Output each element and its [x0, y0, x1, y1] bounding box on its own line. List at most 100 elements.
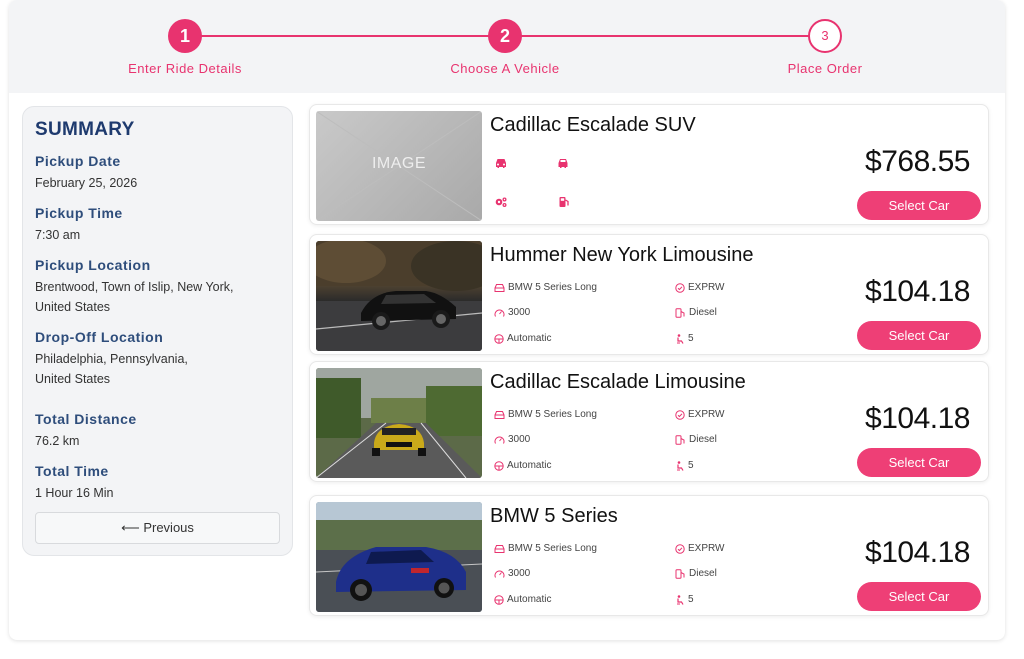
total-time-label: Total Time: [35, 463, 109, 479]
vehicle-card: BMW 5 Series BMW 5 Series Long EXPRW 300…: [309, 495, 989, 616]
spec-transmission-value: Automatic: [507, 460, 552, 471]
vehicle-name: Hummer New York Limousine: [490, 244, 754, 266]
car-icon: [494, 410, 505, 419]
check-circle-icon: [675, 543, 685, 554]
spec-seats-value: 5: [688, 460, 694, 471]
summary-panel: SUMMARY Pickup Date February 25, 2026 Pi…: [22, 106, 293, 556]
vehicle-price: $104.18: [865, 402, 970, 435]
spec-transmission: Automatic: [494, 333, 551, 344]
fuel-pump-icon: [675, 568, 685, 579]
spec-seats: 5: [675, 333, 694, 344]
pickup-time-value: 7:30 am: [35, 228, 81, 242]
vehicle-price: $104.18: [865, 275, 970, 308]
dropoff-location-line: United States: [35, 372, 111, 386]
fuel-pump-icon: [558, 196, 570, 208]
spec-seats: 5: [675, 460, 694, 471]
steering-wheel-icon: [494, 333, 504, 344]
vehicle-card: Cadillac Escalade Limousine BMW 5 Series…: [309, 361, 989, 482]
vehicle-name: BMW 5 Series: [490, 505, 618, 527]
spec-fuel-value: Diesel: [689, 568, 717, 579]
step-1-number: 1: [168, 19, 202, 53]
black-hatchback-photo: [316, 241, 482, 351]
select-car-button[interactable]: Select Car: [857, 191, 981, 220]
pickup-date-value: February 25, 2026: [35, 176, 138, 190]
step-2-label: Choose A Vehicle: [450, 61, 560, 76]
vehicle-photo: [316, 502, 482, 612]
spec-mileage-value: 3000: [508, 568, 531, 579]
spec-model-value: BMW 5 Series Long: [508, 282, 597, 293]
fuel-pump-icon: [675, 307, 685, 318]
image-placeholder-text: IMAGE: [371, 155, 427, 172]
gauge-icon: [494, 436, 505, 444]
spec-transmission: Automatic: [494, 594, 551, 605]
vehicle-photo: [316, 241, 482, 351]
dropoff-location-line: Philadelphia, Pennsylvania,: [35, 352, 188, 366]
step-2[interactable]: 2 Choose A Vehicle: [415, 19, 595, 76]
gauge-icon: [494, 309, 505, 317]
vehicle-name: Cadillac Escalade Limousine: [490, 371, 746, 393]
step-1-label: Enter Ride Details: [128, 61, 242, 76]
pickup-location-line: Brentwood, Town of Islip, New York,: [35, 280, 234, 294]
spec-fuel: Diesel: [675, 434, 717, 445]
gears-icon: [494, 196, 508, 208]
car-icon: [494, 544, 505, 553]
gauge-icon: [494, 570, 505, 578]
total-distance-label: Total Distance: [35, 411, 137, 427]
previous-button[interactable]: ⟵ Previous: [35, 512, 280, 544]
spec-seats-value: 5: [688, 594, 694, 605]
dropoff-location-label: Drop-Off Location: [35, 329, 164, 345]
spec-model: BMW 5 Series Long: [494, 543, 597, 554]
seat-icon: [677, 460, 684, 471]
seat-icon: [677, 594, 684, 605]
vehicle-card: IMAGE Cadillac Escalade SUV $768.55 Sele…: [309, 104, 989, 225]
spec-seats-value: 5: [688, 333, 694, 344]
fuel-pump-icon: [675, 434, 685, 445]
step-3[interactable]: 3 Place Order: [735, 19, 915, 76]
vehicle-card: Hummer New York Limousine BMW 5 Series L…: [309, 234, 989, 355]
car-front-icon: [494, 157, 508, 169]
pickup-location-label: Pickup Location: [35, 257, 151, 273]
spec-plan-value: EXPRW: [688, 543, 725, 554]
blue-sedan-photo: [316, 502, 482, 612]
steering-wheel-icon: [494, 460, 504, 471]
step-1[interactable]: 1 Enter Ride Details: [95, 19, 275, 76]
progress-stepper: 1 Enter Ride Details 2 Choose A Vehicle …: [9, 0, 1005, 93]
step-3-number: 3: [808, 19, 842, 53]
spec-plan: EXPRW: [675, 282, 725, 293]
select-car-button[interactable]: Select Car: [857, 321, 981, 350]
car-icon: [557, 157, 569, 169]
spec-mileage-value: 3000: [508, 307, 531, 318]
car-icon: [494, 283, 505, 292]
spec-transmission: Automatic: [494, 460, 551, 471]
booking-wizard: 1 Enter Ride Details 2 Choose A Vehicle …: [9, 0, 1005, 640]
seat-icon: [677, 333, 684, 344]
spec-plan-value: EXPRW: [688, 282, 725, 293]
summary-title: SUMMARY: [35, 119, 135, 140]
dropoff-location-value: Philadelphia, Pennsylvania, United State…: [35, 349, 280, 389]
spec-transmission-value: Automatic: [507, 594, 552, 605]
vehicle-price: $768.55: [865, 145, 970, 178]
spec-model: BMW 5 Series Long: [494, 409, 597, 420]
spec-fuel-value: Diesel: [689, 307, 717, 318]
check-circle-icon: [675, 282, 685, 293]
yellow-sports-car-photo: [316, 368, 482, 478]
pickup-location-value: Brentwood, Town of Islip, New York, Unit…: [35, 277, 280, 317]
spec-plan: EXPRW: [675, 409, 725, 420]
pickup-time-label: Pickup Time: [35, 205, 123, 221]
total-time-value: 1 Hour 16 Min: [35, 486, 114, 500]
spec-model-value: BMW 5 Series Long: [508, 543, 597, 554]
spec-fuel: Diesel: [675, 568, 717, 579]
steering-wheel-icon: [494, 594, 504, 605]
pickup-location-line: United States: [35, 300, 111, 314]
select-car-button[interactable]: Select Car: [857, 448, 981, 477]
select-car-button[interactable]: Select Car: [857, 582, 981, 611]
pickup-date-label: Pickup Date: [35, 153, 121, 169]
step-3-label: Place Order: [787, 61, 863, 76]
spec-transmission-value: Automatic: [507, 333, 552, 344]
spec-mileage: 3000: [494, 307, 530, 318]
total-distance-value: 76.2 km: [35, 434, 80, 448]
spec-plan: EXPRW: [675, 543, 725, 554]
spec-mileage: 3000: [494, 568, 530, 579]
vehicle-image-placeholder: IMAGE: [316, 111, 482, 221]
vehicle-price: $104.18: [865, 536, 970, 569]
